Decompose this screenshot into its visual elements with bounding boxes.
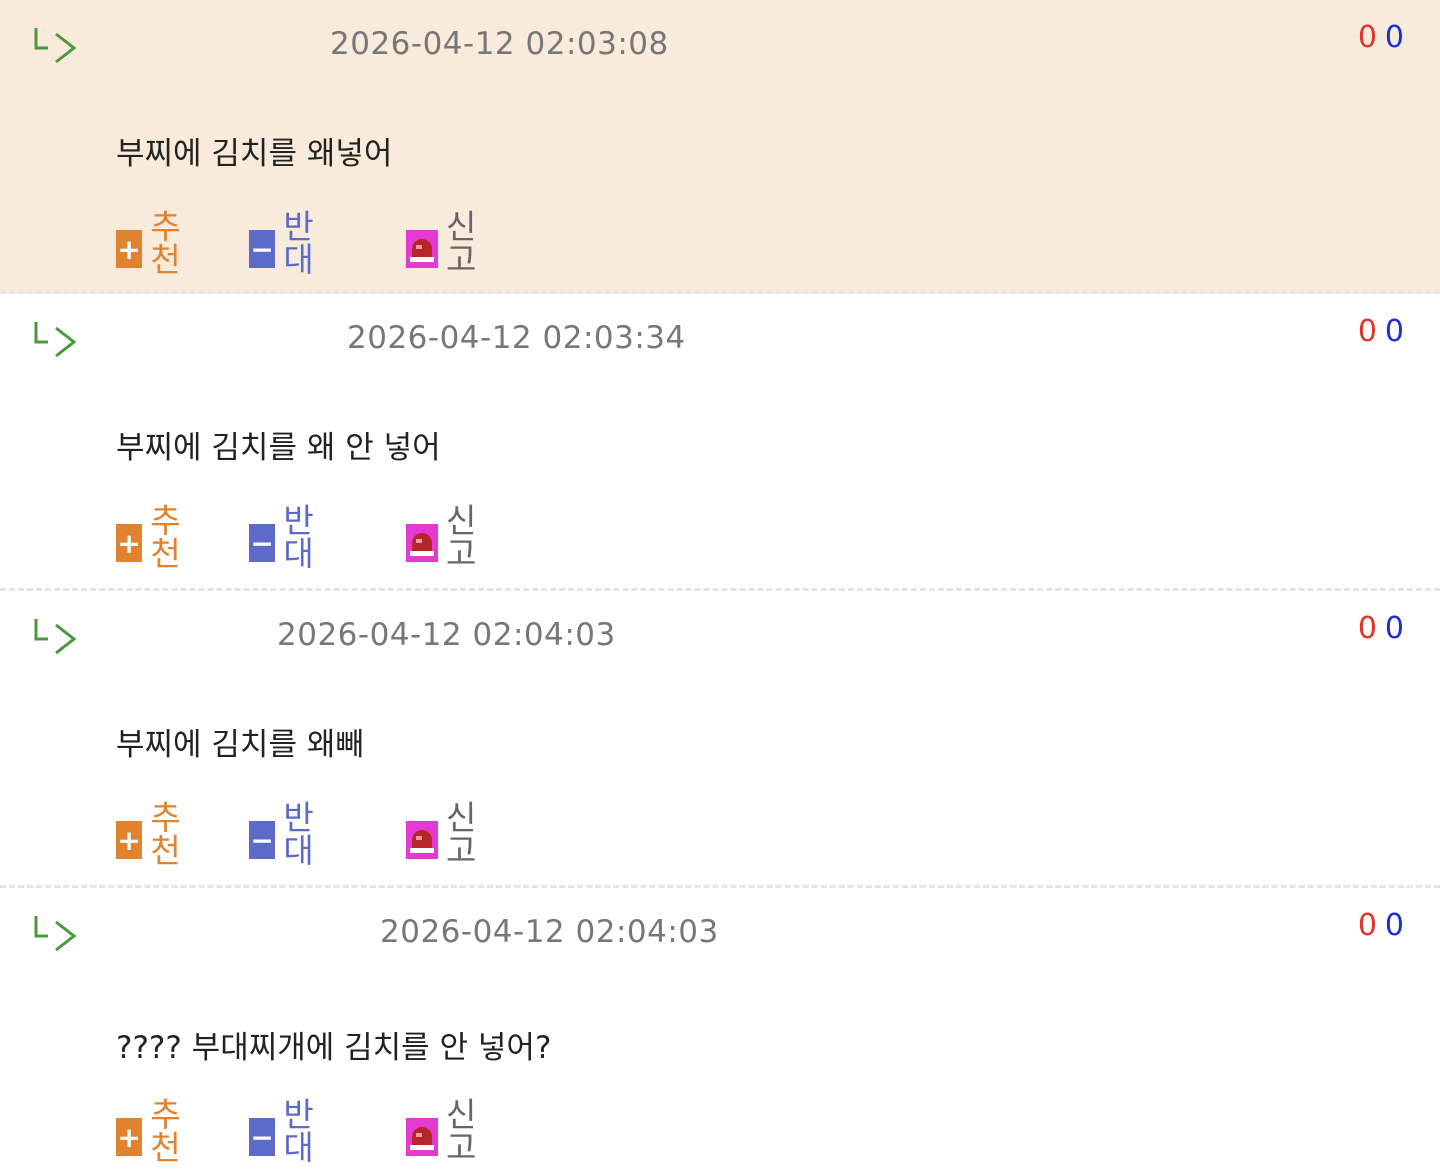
siren-icon <box>406 1118 438 1156</box>
siren-icon <box>406 821 438 859</box>
oppose-label: 반대 <box>283 501 314 573</box>
oppose-label: 반대 <box>283 207 314 279</box>
oppose-button[interactable]: − 반대 <box>249 504 325 570</box>
report-button[interactable]: 신고 <box>406 210 482 276</box>
comment-item: 2026-04-12 02:03:34 00 부찌에 김치를 왜 안 넣어 + … <box>0 294 1440 591</box>
comment-text: 부찌에 김치를 왜넣어 <box>116 136 393 172</box>
oppose-button[interactable]: − 반대 <box>249 801 325 867</box>
comment-list: 2026-04-12 02:03:08 00 부찌에 김치를 왜넣어 + 추천 … <box>0 0 1440 1175</box>
reply-arrow-icon <box>34 28 77 64</box>
report-button[interactable]: 신고 <box>406 801 482 867</box>
comment-text: ???? 부대찌개에 김치를 안 넣어? <box>116 1030 552 1066</box>
comment-item: 2026-04-12 02:04:03 00 부찌에 김치를 왜빼 + 추천 −… <box>0 591 1440 888</box>
plus-icon: + <box>116 524 143 562</box>
recommend-button[interactable]: + 추천 <box>116 210 192 276</box>
downvote-count: 0 <box>1384 908 1404 943</box>
minus-icon: − <box>249 230 276 268</box>
comment-item: 2026-04-12 02:04:03 00 ???? 부대찌개에 김치를 안 … <box>0 888 1440 1175</box>
report-label: 신고 <box>446 798 477 870</box>
recommend-button[interactable]: + 추천 <box>116 1098 192 1164</box>
report-button[interactable]: 신고 <box>406 1098 482 1164</box>
plus-icon: + <box>116 230 143 268</box>
oppose-label: 반대 <box>283 798 314 870</box>
recommend-label: 추천 <box>150 207 181 279</box>
recommend-button[interactable]: + 추천 <box>116 504 192 570</box>
vote-counts: 00 <box>1358 20 1404 55</box>
plus-icon: + <box>116 1118 143 1156</box>
minus-icon: − <box>249 524 276 562</box>
vote-counts: 00 <box>1358 908 1404 943</box>
comment-timestamp: 2026-04-12 02:04:03 <box>380 914 719 950</box>
siren-icon <box>406 524 438 562</box>
oppose-button[interactable]: − 반대 <box>249 1098 325 1164</box>
report-button[interactable]: 신고 <box>406 504 482 570</box>
plus-icon: + <box>116 821 143 859</box>
upvote-count: 0 <box>1357 908 1377 943</box>
downvote-count: 0 <box>1384 20 1404 55</box>
downvote-count: 0 <box>1384 314 1404 349</box>
recommend-label: 추천 <box>150 798 181 870</box>
comment-text: 부찌에 김치를 왜빼 <box>116 727 364 763</box>
upvote-count: 0 <box>1357 611 1377 646</box>
reply-arrow-icon <box>34 322 77 358</box>
report-label: 신고 <box>446 501 477 573</box>
recommend-button[interactable]: + 추천 <box>116 801 192 867</box>
vote-counts: 00 <box>1358 611 1404 646</box>
comment-timestamp: 2026-04-12 02:03:34 <box>347 320 686 356</box>
comment-text: 부찌에 김치를 왜 안 넣어 <box>116 430 441 466</box>
recommend-label: 추천 <box>150 1095 181 1167</box>
oppose-button[interactable]: − 반대 <box>249 210 325 276</box>
comment-item: 2026-04-12 02:03:08 00 부찌에 김치를 왜넣어 + 추천 … <box>0 0 1440 294</box>
upvote-count: 0 <box>1357 314 1377 349</box>
siren-icon <box>406 230 438 268</box>
reply-arrow-icon <box>34 916 77 952</box>
upvote-count: 0 <box>1357 20 1377 55</box>
comment-timestamp: 2026-04-12 02:03:08 <box>330 26 669 62</box>
vote-counts: 00 <box>1358 314 1404 349</box>
report-label: 신고 <box>446 1095 477 1167</box>
minus-icon: − <box>249 1118 276 1156</box>
downvote-count: 0 <box>1384 611 1404 646</box>
oppose-label: 반대 <box>283 1095 314 1167</box>
report-label: 신고 <box>446 207 477 279</box>
reply-arrow-icon <box>34 619 77 655</box>
recommend-label: 추천 <box>150 501 181 573</box>
comment-timestamp: 2026-04-12 02:04:03 <box>277 617 616 653</box>
minus-icon: − <box>249 821 276 859</box>
